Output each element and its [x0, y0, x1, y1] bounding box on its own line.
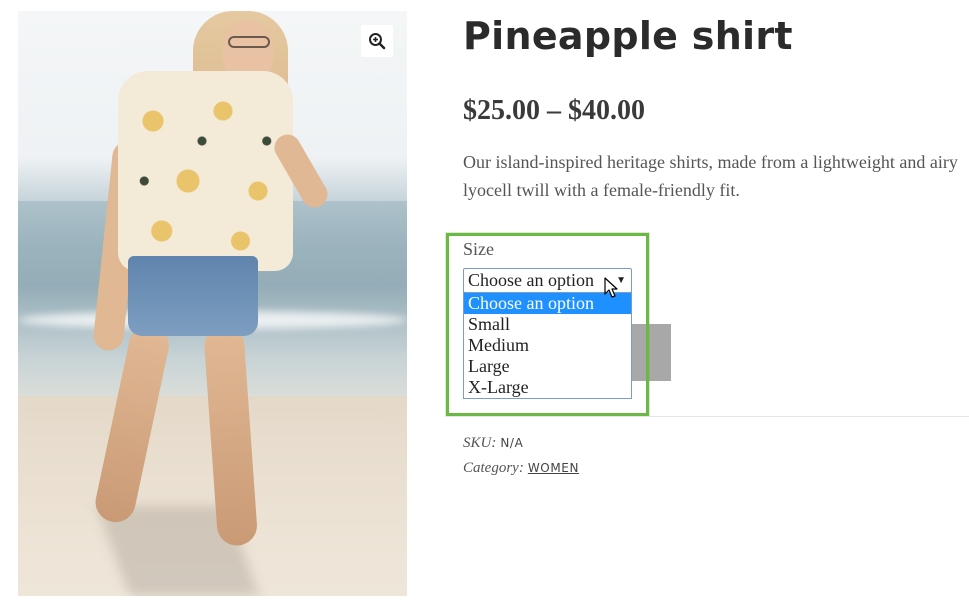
meta-divider	[446, 416, 969, 417]
magnifier-zoom-icon	[369, 33, 386, 50]
size-option-large[interactable]: Large	[464, 356, 631, 377]
size-option-medium[interactable]: Medium	[464, 335, 631, 356]
category-label: Category:	[463, 460, 524, 476]
product-price: $25.00 – $40.00	[463, 95, 645, 126]
photo-pineapple-shirt	[118, 71, 293, 271]
photo-sunglasses	[228, 36, 270, 48]
sku-label: SKU:	[463, 435, 497, 451]
product-image[interactable]	[18, 11, 407, 596]
product-description: Our island-inspired heritage shirts, mad…	[463, 152, 958, 200]
photo-denim-shorts	[128, 256, 258, 336]
sku-line: SKU: N/A	[463, 435, 523, 452]
category-line: Category: WOMEN	[463, 460, 579, 477]
size-option-small[interactable]: Small	[464, 314, 631, 335]
pointer-arrow-icon	[604, 277, 618, 298]
size-option-x-large[interactable]: X-Large	[464, 377, 631, 398]
sku-value: N/A	[500, 436, 524, 450]
size-label: Size	[463, 239, 494, 259]
category-link-women[interactable]: WOMEN	[528, 461, 579, 475]
size-dropdown-list[interactable]: Choose an option Small Medium Large X-La…	[463, 292, 632, 399]
size-select-value: Choose an option	[468, 270, 594, 290]
zoom-button[interactable]	[361, 25, 393, 57]
product-title: Pineapple shirt	[463, 14, 793, 58]
